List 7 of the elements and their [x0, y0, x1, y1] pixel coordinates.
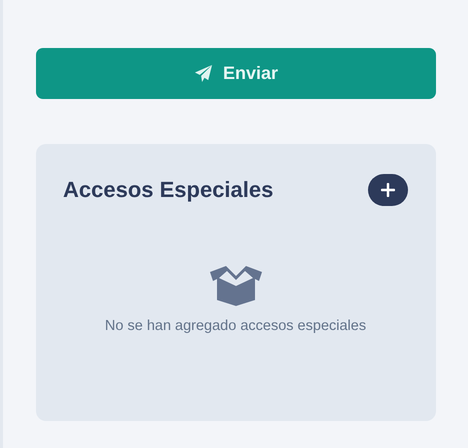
empty-message: No se han agregado accesos especiales	[104, 318, 366, 334]
panel-title: Accesos Especiales	[63, 177, 274, 203]
box-icon	[208, 266, 262, 306]
add-button[interactable]	[368, 174, 408, 206]
plus-icon	[381, 183, 395, 197]
paper-plane-icon	[194, 64, 213, 83]
send-button[interactable]: Enviar	[36, 48, 436, 99]
